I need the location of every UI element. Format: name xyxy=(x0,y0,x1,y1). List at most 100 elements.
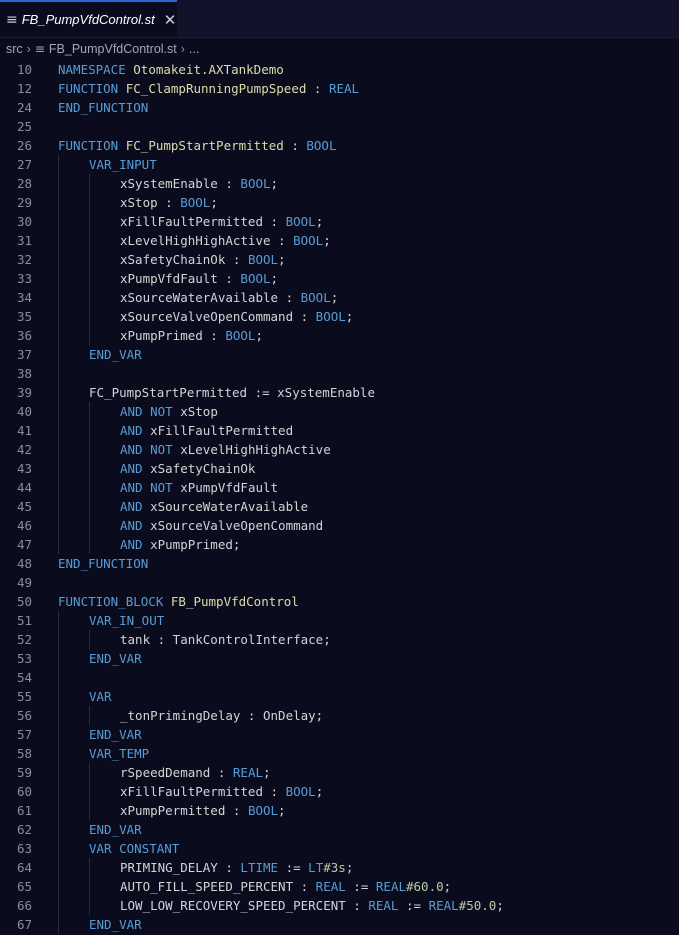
code-line[interactable]: 35 xSourceValveOpenCommand : BOOL; xyxy=(0,307,679,326)
code-line[interactable]: 10 NAMESPACE Otomakeit.AXTankDemo xyxy=(0,60,679,79)
chevron-right-icon: › xyxy=(26,42,31,56)
code-line[interactable]: 45 AND xSourceWaterAvailable xyxy=(0,497,679,516)
code-token: := xyxy=(345,879,376,894)
line-number: 26 xyxy=(16,138,32,153)
line-number: 65 xyxy=(16,879,32,894)
code-line[interactable]: 24 END_FUNCTION xyxy=(0,98,679,117)
code-line[interactable]: 49 xyxy=(0,573,679,592)
code-line[interactable]: 34 xSourceWaterAvailable : BOOL; xyxy=(0,288,679,307)
code-token: AND NOT xyxy=(120,480,173,495)
code-token: ; xyxy=(330,290,339,305)
code-token: FUNCTION xyxy=(58,138,119,153)
code-line[interactable]: 51 VAR_IN_OUT xyxy=(0,611,679,630)
code-token: xSafetyChainOk xyxy=(142,461,256,476)
code-text: AND xSourceValveOpenCommand xyxy=(32,516,679,535)
code-token: AND xyxy=(120,423,143,438)
code-line[interactable]: 38 xyxy=(0,364,679,383)
code-line[interactable]: 36 xPumpPrimed : BOOL; xyxy=(0,326,679,345)
code-line[interactable]: 42 AND NOT xLevelHighHighActive xyxy=(0,440,679,459)
indent-guide xyxy=(89,896,90,915)
line-number: 27 xyxy=(16,157,32,172)
code-token: xSourceValveOpenCommand xyxy=(142,518,324,533)
code-line[interactable]: 47 AND xPumpPrimed; xyxy=(0,535,679,554)
code-line[interactable]: 52 tank : TankControlInterface; xyxy=(0,630,679,649)
code-line[interactable]: 61 xPumpPermitted : BOOL; xyxy=(0,801,679,820)
code-token: FC_ClampRunningPumpSpeed xyxy=(125,81,307,96)
close-icon[interactable]: ✕ xyxy=(164,11,177,29)
breadcrumb-folder[interactable]: src xyxy=(6,42,23,56)
indent-guide xyxy=(58,478,59,497)
code-text: rSpeedDemand : REAL; xyxy=(32,763,679,782)
code-line[interactable]: 25 xyxy=(0,117,679,136)
code-line[interactable]: 33 xPumpVfdFault : BOOL; xyxy=(0,269,679,288)
code-line[interactable]: 66 LOW_LOW_RECOVERY_SPEED_PERCENT : REAL … xyxy=(0,896,679,915)
code-line[interactable]: 43 AND xSafetyChainOk xyxy=(0,459,679,478)
indent-guide xyxy=(58,269,59,288)
indent-guide xyxy=(58,858,59,877)
code-text: xSourceValveOpenCommand : BOOL; xyxy=(32,307,679,326)
indent-guide xyxy=(89,231,90,250)
code-line[interactable]: 12 FUNCTION FC_ClampRunningPumpSpeed : RE… xyxy=(0,79,679,98)
code-line[interactable]: 67 END_VAR xyxy=(0,915,679,934)
code-line[interactable]: 50 FUNCTION_BLOCK FB_PumpVfdControl xyxy=(0,592,679,611)
code-line[interactable]: 54 xyxy=(0,668,679,687)
breadcrumb-more[interactable]: ... xyxy=(189,42,199,56)
code-token: xStop : xyxy=(120,195,181,210)
code-line[interactable]: 31 xLevelHighHighActive : BOOL; xyxy=(0,231,679,250)
code-token: xSourceValveOpenCommand : xyxy=(120,309,316,324)
code-line[interactable]: 56 _tonPrimingDelay : OnDelay; xyxy=(0,706,679,725)
code-editor[interactable]: 10 NAMESPACE Otomakeit.AXTankDemo 12 FUNCTI… xyxy=(0,60,679,934)
code-line[interactable]: 63 VAR CONSTANT xyxy=(0,839,679,858)
code-line[interactable]: 37 END_VAR xyxy=(0,345,679,364)
file-lines-icon: ≡ xyxy=(34,42,45,56)
code-line[interactable]: 32 xSafetyChainOk : BOOL; xyxy=(0,250,679,269)
code-line[interactable]: 39 FC_PumpStartPermitted := xSystemEnable xyxy=(0,383,679,402)
code-line[interactable]: 44 AND NOT xPumpVfdFault xyxy=(0,478,679,497)
indent-guide xyxy=(58,345,59,364)
code-text: VAR_TEMP xyxy=(32,744,679,763)
code-line[interactable]: 46 AND xSourceValveOpenCommand xyxy=(0,516,679,535)
code-line[interactable]: 59 rSpeedDemand : REAL; xyxy=(0,763,679,782)
code-token: xPumpVfdFault : xyxy=(120,271,241,286)
code-token: ; xyxy=(323,233,331,248)
indent-guide xyxy=(58,459,59,478)
code-line[interactable]: 41 AND xFillFaultPermitted xyxy=(0,421,679,440)
code-line[interactable]: 58 VAR_TEMP xyxy=(0,744,679,763)
code-line[interactable]: 57 END_VAR xyxy=(0,725,679,744)
code-line[interactable]: 55 VAR xyxy=(0,687,679,706)
code-token: AND NOT xyxy=(120,442,173,457)
code-token: Otomakeit.AXTankDemo xyxy=(133,62,284,77)
code-token: VAR CONSTANT xyxy=(89,841,180,856)
code-text: VAR_INPUT xyxy=(32,155,679,174)
code-line[interactable]: 30 xFillFaultPermitted : BOOL; xyxy=(0,212,679,231)
code-line[interactable]: 27 VAR_INPUT xyxy=(0,155,679,174)
indent-guide xyxy=(58,383,59,402)
code-line[interactable]: 64 PRIMING_DELAY : LTIME := LT#3s; xyxy=(0,858,679,877)
code-token: VAR_INPUT xyxy=(89,157,157,172)
code-text xyxy=(32,668,679,687)
code-line[interactable]: 28 xSystemEnable : BOOL; xyxy=(0,174,679,193)
code-line[interactable]: 65 AUTO_FILL_SPEED_PERCENT : REAL := REAL… xyxy=(0,877,679,896)
code-line[interactable]: 48 END_FUNCTION xyxy=(0,554,679,573)
code-line[interactable]: 62 END_VAR xyxy=(0,820,679,839)
file-tab[interactable]: ≡ FB_PumpVfdControl.st ✕ xyxy=(0,0,177,37)
code-line[interactable]: 40 AND NOT xStop xyxy=(0,402,679,421)
code-line[interactable]: 26 FUNCTION FC_PumpStartPermitted : BOOL xyxy=(0,136,679,155)
code-token: ; xyxy=(315,784,324,799)
code-token: xPumpVfdFault xyxy=(172,480,279,495)
code-token: END_VAR xyxy=(89,651,142,666)
code-token: ; xyxy=(496,898,504,913)
code-text: END_VAR xyxy=(32,820,679,839)
code-token: BOOL xyxy=(285,214,316,229)
code-line[interactable]: 29 xStop : BOOL; xyxy=(0,193,679,212)
line-number: 67 xyxy=(16,917,32,932)
code-line[interactable]: 53 END_VAR xyxy=(0,649,679,668)
breadcrumb-file[interactable]: FB_PumpVfdControl.st xyxy=(49,42,177,56)
indent-guide xyxy=(58,744,59,763)
line-number: 12 xyxy=(16,81,32,96)
line-number: 62 xyxy=(16,822,32,837)
indent-guide xyxy=(58,516,59,535)
code-token: xStop xyxy=(172,404,218,419)
code-line[interactable]: 60 xFillFaultPermitted : BOOL; xyxy=(0,782,679,801)
